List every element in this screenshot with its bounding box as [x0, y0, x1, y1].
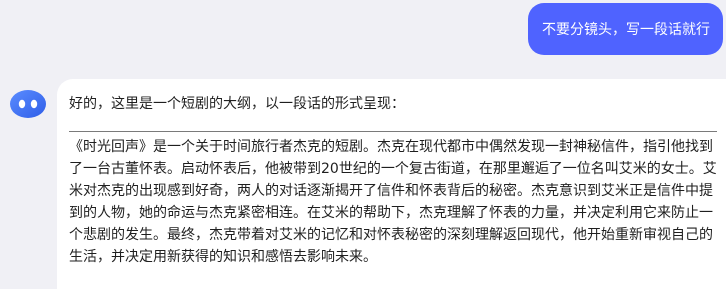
chat-window: 不要分镜头，写一段话就行 好的，这里是一个短剧的大纲，以一段话的形式呈现： 《时… — [0, 0, 726, 289]
user-message-bubble: 不要分镜头，写一段话就行 — [528, 3, 723, 55]
user-message-text: 不要分镜头，写一段话就行 — [542, 22, 710, 38]
divider — [69, 131, 717, 132]
assistant-story-text: 《时光回声》是一个关于时间旅行者杰克的短剧。杰克在现代都市中偶然发现一封神秘信件… — [69, 139, 717, 265]
robot-face-icon — [9, 89, 47, 119]
assistant-message-card: 好的，这里是一个短剧的大纲，以一段话的形式呈现： 《时光回声》是一个关于时间旅行… — [57, 79, 726, 289]
assistant-intro-text: 好的，这里是一个短剧的大纲，以一段话的形式呈现： — [69, 96, 405, 112]
assistant-message-row: 好的，这里是一个短剧的大纲，以一段话的形式呈现： 《时光回声》是一个关于时间旅行… — [0, 79, 726, 289]
